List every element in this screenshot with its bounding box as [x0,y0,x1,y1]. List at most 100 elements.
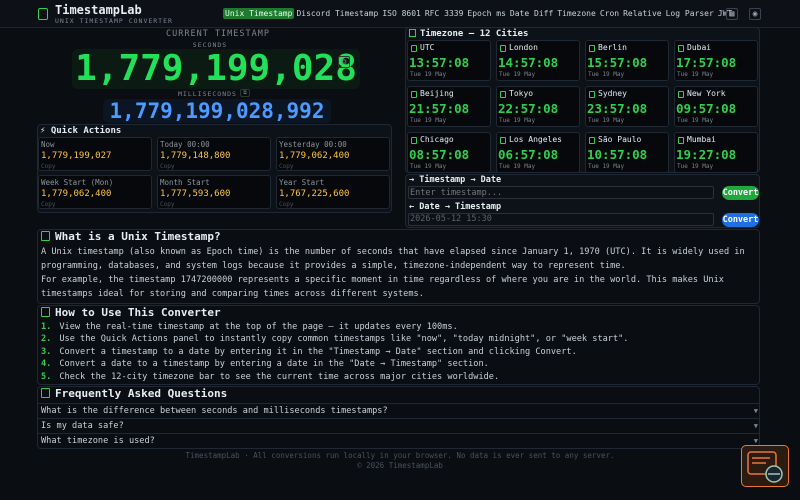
quick-action-value: 1,779,199,027 [41,151,112,161]
quick-action-year-start[interactable]: Year Start 1,767,225,600 Copy [276,175,390,209]
quick-action-month-start[interactable]: Month Start 1,777,593,600 Copy [157,175,271,209]
flag-icon [589,45,595,52]
milliseconds-display[interactable]: 1,779,199,028,992 [103,99,331,123]
city-time: 21:57:08 [409,101,470,116]
grid-icon[interactable]: ▦ [726,8,738,20]
app-header: TimestampLab UNIX TIMESTAMP CONVERTER Un… [0,0,800,28]
quick-action-today[interactable]: Today 00:00 1,779,148,800 Copy [157,137,271,171]
clock-logo-icon[interactable] [38,8,48,20]
quick-action-yesterday[interactable]: Yesterday 00:00 1,779,062,400 Copy [276,137,390,171]
timestamp-input[interactable] [408,186,714,199]
city-time: 10:57:08 [587,147,648,162]
howto-step: 3. Convert a timestamp to a date by enter… [41,347,577,357]
step-text: Use the Quick Actions panel to instantly… [59,334,629,344]
flag-icon [678,45,684,52]
about-paragraph-2: For example, the timestamp 1747200000 re… [41,275,724,299]
city-date: Tue 19 May [499,71,536,78]
timezone-card-chicago: Chicago 08:57:08 Tue 19 May [407,132,491,173]
city-name: Berlin [598,43,627,52]
quick-action-value: 1,779,062,400 [279,151,350,161]
nav-rfc-3339[interactable]: RFC 3339 [423,8,466,19]
copy-label[interactable]: Copy [160,201,174,208]
flag-icon [411,91,417,98]
flag-icon [589,137,595,144]
nav-epoch-ms[interactable]: Epoch ms [465,8,508,19]
howto-step: 1. View the real-time timestamp at the to… [41,322,458,332]
quick-action-label: Yesterday 00:00 [279,140,347,149]
city-date: Tue 19 May [677,163,714,170]
city-name: Tokyo [509,89,534,98]
city-name: New York [687,89,726,98]
copy-label[interactable]: Copy [279,201,293,208]
faq-question: Is my data safe? [41,421,124,431]
timezone-card-utc: UTC 13:57:08 Tue 19 May [407,40,491,81]
copy-ms-icon[interactable]: ⧉ [240,89,250,97]
list-icon [41,307,50,317]
faq-item[interactable]: Is my data safe? ▼ [38,418,760,433]
top-nav: Unix Timestamp Discord Timestamp ISO 860… [223,8,734,19]
question-icon [41,388,50,398]
nav-unix-timestamp[interactable]: Unix Timestamp [223,8,295,19]
quick-action-label: Week Start (Mon) [41,178,114,187]
timezone-card-berlin: Berlin 15:57:08 Tue 19 May [585,40,669,81]
step-number: 3. [41,347,52,357]
city-name: London [509,43,538,52]
step-text: View the real-time timestamp at the top … [59,322,458,332]
city-time: 15:57:08 [587,55,648,70]
city-date: Tue 19 May [588,163,625,170]
city-date: Tue 19 May [588,71,625,78]
nav-date-diff[interactable]: Date Diff [508,8,555,19]
step-number: 1. [41,322,52,332]
city-date: Tue 19 May [410,71,447,78]
milliseconds-label: MILLISECONDS [178,90,237,98]
faq-question: What timezone is used? [41,436,155,446]
about-paragraph-1: A Unix timestamp (also known as Epoch ti… [41,247,745,271]
timezone-card-dubai: Dubai 17:57:08 Tue 19 May [674,40,758,81]
city-time: 22:57:08 [498,101,559,116]
nav-log-parser[interactable]: Log Parser [664,8,716,19]
quick-action-label: Month Start [160,178,210,187]
brand-subtitle: UNIX TIMESTAMP CONVERTER [55,17,173,25]
nav-relative[interactable]: Relative [621,8,664,19]
chevron-down-icon: ▼ [753,407,758,415]
copy-label[interactable]: Copy [41,201,55,208]
faq-item[interactable]: What is the difference between seconds a… [38,403,760,418]
feedback-fab[interactable] [741,445,789,487]
quick-action-now[interactable]: Now 1,779,199,027 Copy [38,137,152,171]
nav-iso-8601[interactable]: ISO 8601 [380,8,423,19]
step-number: 5. [41,372,52,382]
city-time: 13:57:08 [409,55,470,70]
flag-icon [500,137,506,144]
city-date: Tue 19 May [410,163,447,170]
copy-label[interactable]: Copy [41,163,55,170]
faq-item[interactable]: What timezone is used? ▼ [38,433,760,448]
city-name: Mumbai [687,135,716,144]
city-name: UTC [420,43,435,52]
quick-action-value: 1,779,148,800 [160,151,231,161]
timezone-card-s-o-paulo: São Paulo 10:57:08 Tue 19 May [585,132,669,173]
nav-discord-timestamp[interactable]: Discord Timestamp [294,8,380,19]
flag-icon [589,91,595,98]
city-date: Tue 19 May [499,163,536,170]
date-input[interactable]: 2026-05-12 15:30 [408,213,714,226]
quick-action-week-start[interactable]: Week Start (Mon) 1,779,062,400 Copy [38,175,152,209]
convert-date-button[interactable]: Convert [722,213,759,227]
city-date: Tue 19 May [499,117,536,124]
copy-label[interactable]: Copy [279,163,293,170]
globe-icon [409,29,416,37]
faq-title-text: Frequently Asked Questions [55,387,228,400]
nav-timezone[interactable]: Timezone [555,8,598,19]
city-date: Tue 19 May [677,71,714,78]
quick-action-value: 1,777,593,600 [160,189,231,199]
brand-name[interactable]: TimestampLab [55,3,142,17]
quick-action-label: Now [41,140,55,149]
quick-actions-title: ⚡ Quick Actions [40,126,122,136]
city-time: 09:57:08 [676,101,737,116]
copy-seconds-icon[interactable]: ⧉ [338,56,350,68]
user-icon[interactable]: ◉ [749,8,761,20]
convert-ts-button[interactable]: Convert [722,186,759,200]
city-time: 23:57:08 [587,101,648,116]
nav-cron[interactable]: Cron [598,8,621,19]
copy-label[interactable]: Copy [160,163,174,170]
seconds-display[interactable]: 1,779,199,028 [72,49,360,89]
